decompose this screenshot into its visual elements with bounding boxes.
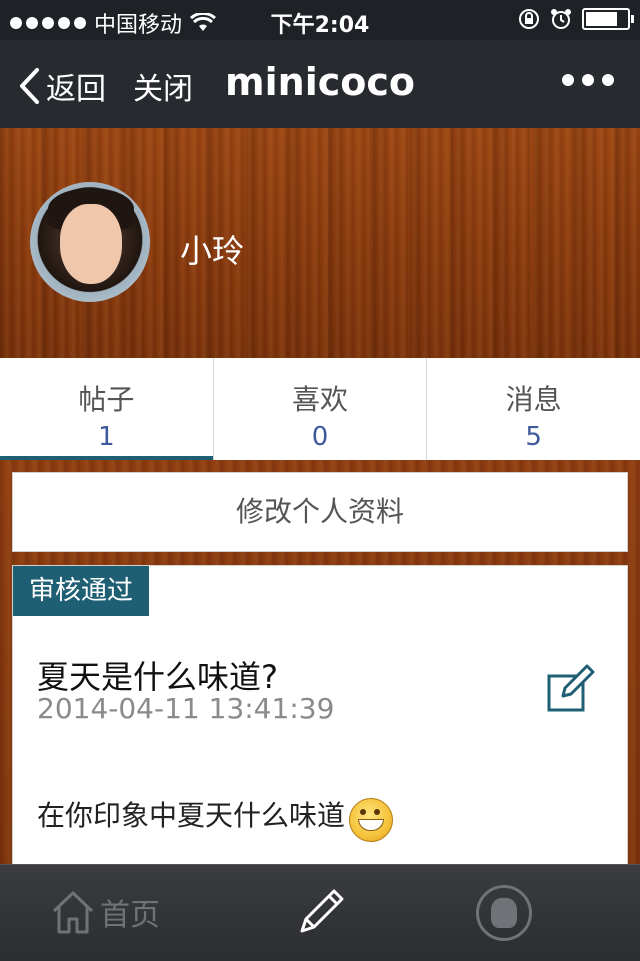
- status-badge: 审核通过: [13, 566, 150, 616]
- profile-tab-icon[interactable]: [476, 885, 532, 941]
- compose-pencil-icon[interactable]: [296, 887, 346, 937]
- rotation-lock-icon: [519, 9, 539, 29]
- post-body-text: 在你印象中夏天什么味道: [37, 799, 346, 832]
- tab-label: 帖子: [78, 383, 135, 416]
- tab-likes[interactable]: 喜欢 0: [214, 358, 428, 460]
- alarm-icon: [551, 9, 571, 29]
- tab-count: 5: [525, 422, 542, 452]
- tab-count: 0: [311, 422, 329, 452]
- profile-header: 小玲: [0, 128, 640, 358]
- tab-count: 1: [98, 422, 115, 452]
- edit-icon[interactable]: [547, 664, 595, 712]
- nav-bar: 返回 关闭 minicoco: [0, 40, 640, 128]
- tab-posts[interactable]: 帖子 1: [0, 358, 214, 460]
- username: 小玲: [180, 232, 245, 270]
- tab-messages[interactable]: 消息 5: [427, 358, 640, 460]
- tab-label: 喜欢: [292, 383, 349, 416]
- tab-label: 消息: [505, 383, 562, 416]
- grin-emoji-icon: [349, 798, 394, 842]
- home-tab-button[interactable]: 首页: [50, 889, 160, 935]
- battery-icon: [582, 8, 634, 30]
- profile-tabs: 帖子 1 喜欢 0 消息 5: [0, 358, 640, 460]
- home-icon: [52, 891, 94, 934]
- avatar[interactable]: [30, 182, 150, 302]
- status-bar: 中国移动 下午2:04: [0, 0, 640, 40]
- more-options-icon[interactable]: [562, 74, 614, 86]
- page-title: minicoco: [225, 60, 415, 104]
- home-label: 首页: [100, 898, 160, 933]
- post-timestamp: 2014-04-11 13:41:39: [37, 692, 335, 725]
- bottom-toolbar: 首页: [0, 864, 640, 961]
- post-card[interactable]: 审核通过 夏天是什么味道? 2014-04-11 13:41:39 在你印象中夏…: [12, 565, 628, 867]
- post-body: 在你印象中夏天什么味道: [37, 792, 394, 842]
- edit-profile-button[interactable]: 修改个人资料: [12, 472, 628, 552]
